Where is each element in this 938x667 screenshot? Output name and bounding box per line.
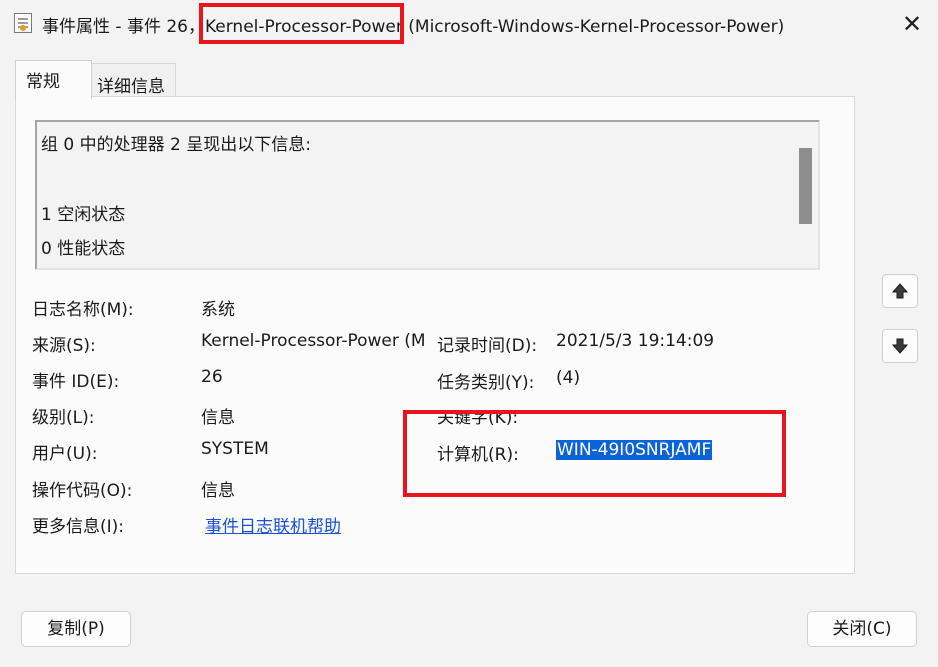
task-category-label: 任务类别(Y):	[437, 373, 535, 393]
level-label: 级别(L):	[32, 408, 95, 428]
computer-highlight-box	[403, 410, 786, 497]
log-name-label: 日志名称(M):	[32, 300, 134, 320]
title-bar: 事件属性 - 事件 26，Kernel-Processor-Power (Mic…	[0, 0, 938, 48]
event-description-box[interactable]: 组 0 中的处理器 2 呈现出以下信息: 1 空闲状态 0 性能状态	[35, 120, 820, 270]
task-category-value[interactable]: (4)	[556, 368, 580, 388]
arrow-up-icon	[891, 283, 909, 299]
copy-button[interactable]: 复制(P)	[21, 611, 131, 647]
tab-details[interactable]: 详细信息	[91, 63, 176, 97]
level-value[interactable]: 信息	[201, 403, 235, 428]
event-viewer-app-icon	[14, 13, 32, 33]
description-line: 1 空闲状态	[41, 205, 126, 225]
user-value[interactable]: SYSTEM	[201, 439, 269, 459]
window-title: 事件属性 - 事件 26，Kernel-Processor-Power (Mic…	[42, 12, 784, 37]
logged-label: 记录时间(D):	[437, 336, 538, 356]
title-prefix: 事件属性 - 事件 26，	[42, 17, 205, 37]
arrow-down-icon	[891, 338, 909, 354]
description-line: 0 性能状态	[41, 239, 126, 259]
window-close-icon[interactable]: ✕	[890, 8, 934, 40]
opcode-value[interactable]: 信息	[201, 476, 235, 501]
online-help-link[interactable]: 事件日志联机帮助	[205, 512, 341, 537]
logged-value[interactable]: 2021/5/3 19:14:09	[556, 331, 714, 351]
description-line: 组 0 中的处理器 2 呈现出以下信息:	[41, 135, 311, 155]
event-id-label: 事件 ID(E):	[32, 372, 120, 392]
previous-event-button[interactable]	[882, 274, 918, 308]
event-id-value[interactable]: 26	[201, 367, 223, 387]
source-value[interactable]: Kernel-Processor-Power (M	[201, 331, 426, 351]
tab-general[interactable]: 常规	[15, 60, 92, 99]
close-button[interactable]: 关闭(C)	[807, 611, 917, 647]
more-info-label: 更多信息(I):	[32, 517, 125, 537]
title-source-highlight-box	[199, 3, 404, 44]
source-label: 来源(S):	[32, 336, 96, 356]
opcode-label: 操作代码(O):	[32, 481, 133, 501]
title-suffix: (Microsoft-Windows-Kernel-Processor-Powe…	[408, 17, 785, 37]
description-scrollbar-thumb[interactable]	[799, 148, 812, 224]
user-label: 用户(U):	[32, 444, 98, 464]
log-name-value[interactable]: 系统	[201, 295, 235, 320]
next-event-button[interactable]	[882, 329, 918, 363]
